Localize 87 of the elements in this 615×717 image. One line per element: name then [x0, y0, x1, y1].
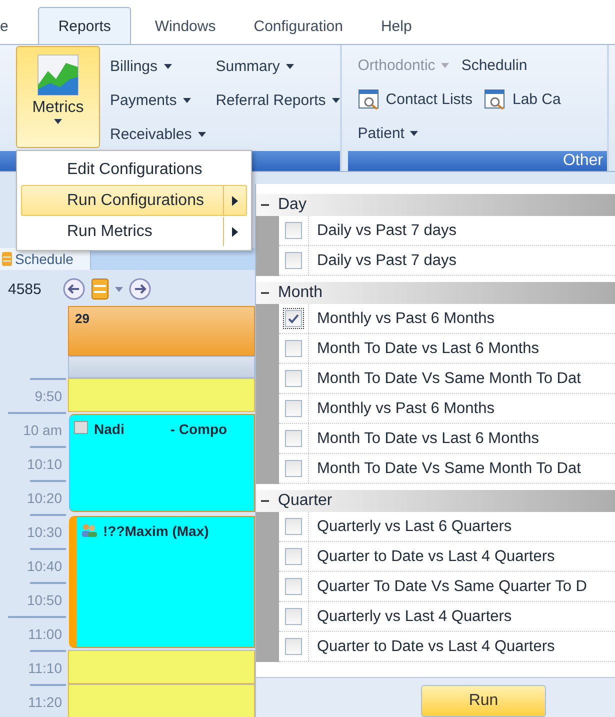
ribbon-menu-button[interactable]: Billings	[110, 51, 206, 81]
configuration-label: Monthly vs Past 6 Months	[308, 304, 494, 333]
open-slot[interactable]	[68, 650, 255, 684]
checkbox[interactable]	[285, 638, 302, 655]
record-number: 4585	[8, 280, 42, 298]
day-header: 29	[68, 306, 255, 356]
checkbox[interactable]	[285, 310, 302, 327]
ribbon-menu-button[interactable]: Contact Lists	[358, 84, 472, 114]
caret-icon	[54, 119, 62, 124]
ribbon-menu-button[interactable]: Schedulin	[461, 50, 528, 80]
submenu-arrow-icon	[232, 196, 238, 206]
checkbox[interactable]	[285, 460, 302, 477]
checkbox[interactable]	[285, 518, 302, 535]
time-label: 9:50	[34, 388, 62, 404]
appointment[interactable]: Nadi - Compo	[69, 414, 255, 512]
time-label: 10:20	[26, 490, 62, 506]
open-slot[interactable]	[68, 684, 255, 717]
checkbox[interactable]	[285, 222, 302, 239]
category-label: Quarter	[278, 492, 332, 510]
category-label: Day	[278, 196, 306, 214]
people-icon	[81, 523, 97, 537]
time-label: 10 am	[23, 422, 62, 438]
menu-item[interactable]: Run Metrics	[21, 216, 247, 247]
ribbon-tab[interactable]: Help	[380, 8, 412, 44]
checkbox[interactable]	[285, 400, 302, 417]
configuration-label: Month To Date vs Last 6 Months	[308, 424, 539, 453]
configuration-label: Quarter To Date Vs Same Quarter To D	[308, 572, 587, 601]
ribbon-tab[interactable]: Reports	[38, 7, 131, 44]
ribbon-menu-button[interactable]: Referral Reports	[216, 85, 340, 115]
configuration-label: Month To Date Vs Same Month To Dat	[308, 364, 581, 393]
caret-icon	[182, 98, 191, 102]
ribbon-tab[interactable]: Configuration	[254, 8, 343, 44]
metrics-button[interactable]: Metrics	[16, 46, 100, 148]
menu-item[interactable]: Edit Configurations	[21, 154, 247, 185]
ribbon-menu-button[interactable]: Lab Ca	[484, 84, 561, 114]
caret-icon	[410, 130, 418, 136]
configuration-label: Month To Date Vs Same Month To Dat	[308, 454, 581, 483]
configuration-label: Quarterly vs Last 4 Quarters	[308, 602, 512, 631]
run-button[interactable]: Run	[421, 685, 546, 717]
configuration-label: Daily vs Past 7 days	[308, 216, 457, 245]
configuration-label: Quarter to Date vs Last 4 Quarters	[308, 542, 555, 571]
configuration-label: Month To Date vs Last 6 Months	[308, 334, 539, 363]
time-label: 11:00	[28, 626, 62, 642]
group-label: Other	[348, 151, 607, 171]
checkbox[interactable]	[285, 430, 302, 447]
time-label: 10:40	[26, 558, 62, 574]
ribbon-tab[interactable]: e	[0, 8, 8, 44]
caret-icon	[115, 286, 124, 292]
time-label: 11:10	[28, 660, 62, 676]
patient-name: !??Maxim (Max)	[103, 523, 209, 539]
open-slot[interactable]	[68, 378, 255, 412]
checkbox[interactable]	[285, 578, 302, 595]
notepad-icon	[2, 252, 12, 266]
ribbon-menu-button[interactable]: Receivables	[110, 119, 206, 149]
note-icon	[74, 421, 88, 434]
menu-item[interactable]: Run Configurations	[21, 185, 247, 216]
notepad-icon[interactable]	[91, 278, 110, 300]
caret-icon	[198, 132, 206, 136]
time-label: 11:20	[28, 694, 62, 710]
chart-icon	[36, 53, 80, 97]
report-icon	[358, 88, 380, 110]
submenu-arrow-icon	[232, 226, 238, 236]
appointment[interactable]: !??Maxim (Max)	[69, 516, 255, 648]
configuration-label: Quarter to Date vs Last 4 Quarters	[308, 632, 555, 661]
ribbon-menu-button[interactable]: Summary	[216, 51, 340, 81]
caret-icon	[164, 64, 172, 68]
appointment-detail: - Compo	[170, 421, 228, 437]
ribbon-tab[interactable]: Windows	[154, 8, 216, 44]
checkbox[interactable]	[285, 548, 302, 565]
configuration-label: Daily vs Past 7 days	[308, 246, 457, 275]
ribbon-menu-button[interactable]: Payments	[110, 85, 206, 115]
ribbon-menu-button[interactable]: Patient	[358, 118, 418, 148]
checkbox[interactable]	[285, 252, 302, 269]
configuration-label: Quarterly vs Last 6 Quarters	[308, 512, 512, 541]
configuration-label: Monthly vs Past 6 Months	[308, 394, 494, 423]
time-label: 10:50	[26, 592, 62, 608]
caret-icon	[332, 98, 340, 102]
caret-icon	[441, 62, 450, 68]
time-label: 10:10	[26, 456, 62, 472]
checkbox[interactable]	[285, 608, 302, 625]
report-icon	[484, 88, 506, 110]
checkbox[interactable]	[285, 340, 302, 357]
checkbox[interactable]	[285, 370, 302, 387]
patient-name: Nadi	[94, 421, 124, 437]
caret-icon	[286, 64, 294, 68]
time-label: 10:30	[26, 524, 62, 540]
category-label: Month	[278, 284, 322, 302]
